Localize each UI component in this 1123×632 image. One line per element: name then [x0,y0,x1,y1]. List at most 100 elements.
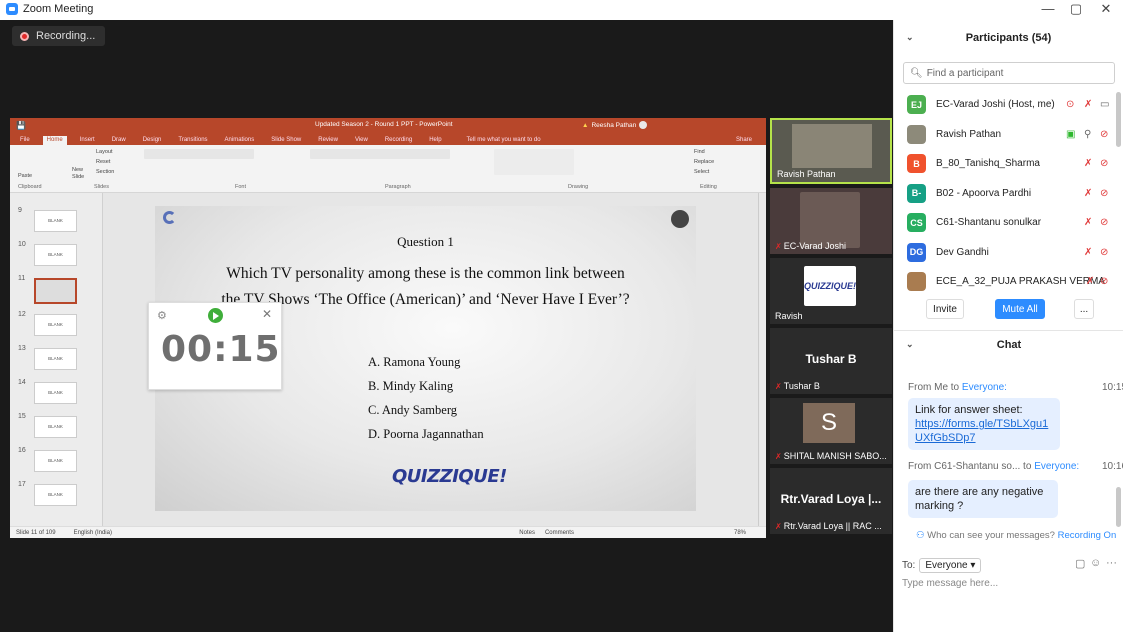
slide-thumbnail[interactable]: BLANK [34,382,77,404]
mic-muted-icon[interactable]: ✗ [1084,158,1092,169]
answer-sheet-link[interactable]: https://forms.gle/TSbLXgu1UXfGbSDp7 [915,417,1053,445]
mic-muted-icon[interactable]: ✗ [1084,99,1092,110]
replace-button[interactable]: Replace [694,159,714,165]
play-icon[interactable] [208,308,223,323]
chat-input[interactable]: Type message here... [902,578,998,589]
new-slide-button[interactable]: New Slide [72,167,94,181]
participant-row[interactable]: EJ EC-Varad Joshi (Host, me) ⊙ ✗ ▭ [894,90,1123,120]
group-clipboard: Clipboard [18,184,42,190]
tab-file[interactable]: File [16,136,34,145]
close-button[interactable]: ✕ [1091,0,1121,18]
participant-row[interactable]: B- B02 - Apoorva Pardhi ✗ ⊘ [894,179,1123,209]
notes-button[interactable]: Notes [519,530,535,536]
select-button[interactable]: Select [694,169,709,175]
slide-thumbnail-selected[interactable] [34,278,77,304]
video-tile-varad-joshi[interactable]: ✗ EC-Varad Joshi [770,188,892,254]
slide-thumbnail[interactable]: BLANK [34,450,77,472]
slide-thumbnail[interactable]: BLANK [34,210,77,232]
tab-design[interactable]: Design [139,136,166,145]
recipient-select[interactable]: Everyone ▾ [919,558,982,573]
participant-row[interactable]: ECE_A_32_PUJA PRAKASH VERMA ✗ ⊘ [894,267,1123,297]
slide-thumbnail[interactable]: BLANK [34,348,77,370]
video-off-icon[interactable]: ⊘ [1100,188,1108,199]
tab-draw[interactable]: Draw [108,136,130,145]
minimize-button[interactable]: — [1033,0,1063,18]
slide-thumbnail[interactable]: BLANK [34,416,77,438]
video-icon[interactable]: ▭ [1100,99,1109,110]
tab-transitions[interactable]: Transitions [174,136,211,145]
mic-muted-icon[interactable]: ✗ [1084,188,1092,199]
tile-big-name: Tushar B [805,352,857,366]
reset-button[interactable]: Reset [96,159,110,165]
section-button[interactable]: Section [96,169,114,175]
mic-icon[interactable]: ⚲ [1084,129,1091,140]
shapes-gallery[interactable] [494,149,574,175]
participant-name: B02 - Apoorva Pardhi [936,187,1032,199]
chevron-down-icon[interactable]: ⌄ [906,339,914,350]
participant-row[interactable]: Ravish Pathan ▣ ⚲ ⊘ [894,120,1123,150]
quizzique-mark-icon [163,211,176,224]
chevron-down-icon[interactable]: ⌄ [906,32,914,43]
tab-help[interactable]: Help [425,136,445,145]
tab-animations[interactable]: Animations [221,136,259,145]
maximize-button[interactable]: ▢ [1061,0,1091,18]
tab-insert[interactable]: Insert [76,136,99,145]
video-off-icon[interactable]: ⊘ [1100,129,1108,140]
tab-recording[interactable]: Recording [381,136,416,145]
gear-icon[interactable]: ⚙ [157,309,167,322]
tab-slideshow[interactable]: Slide Show [267,136,305,145]
comments-button[interactable]: Comments [545,530,574,536]
participant-row[interactable]: CS C61-Shantanu sonulkar ✗ ⊘ [894,208,1123,238]
close-icon[interactable]: ✕ [262,307,272,321]
recording-on: Recording On [1057,530,1117,541]
emoji-icon[interactable]: ☺ [1090,557,1101,569]
tab-home[interactable]: Home [42,136,67,145]
font-name-box[interactable] [144,149,254,159]
zoom-level[interactable]: 78% [734,530,746,536]
mic-muted-icon[interactable]: ✗ [1084,247,1092,258]
video-off-icon[interactable]: ⊘ [1100,217,1108,228]
mute-all-button[interactable]: Mute All [995,299,1045,319]
side-panel: ⌄ Participants (54) 🔍︎ Find a participan… [893,20,1123,632]
participant-row[interactable]: DG Dev Gandhi ✗ ⊘ [894,238,1123,268]
file-icon[interactable]: ▢ [1075,557,1085,570]
paragraph-controls[interactable] [310,149,450,159]
recording-indicator[interactable]: Recording... [12,26,106,46]
video-off-icon[interactable]: ⊘ [1100,276,1108,287]
video-tile-ravish-pathan[interactable]: Ravish Pathan [770,118,892,184]
video-tile-varad-loya[interactable]: Rtr.Varad Loya |... ✗ Rtr.Varad Loya || R… [770,468,892,534]
record-icon: ⊙ [1066,99,1075,111]
participants-scrollbar[interactable] [1116,92,1121,147]
more-button[interactable]: ... [1074,299,1094,319]
ppt-share-button[interactable]: Share [732,136,756,145]
slide-thumbnail[interactable]: BLANK [34,314,77,336]
tile-name: ✗ Tushar B [775,381,820,391]
slide-thumbnail[interactable]: BLANK [34,484,77,506]
tab-review[interactable]: Review [314,136,342,145]
slide-scrollbar[interactable] [758,193,766,526]
msg-from: From Me to [908,382,962,393]
paste-button[interactable]: Paste [18,173,32,179]
participants-header: ⌄ Participants (54) [894,20,1123,56]
mic-muted-icon[interactable]: ✗ [1086,276,1094,287]
tell-me-box[interactable]: Tell me what you want to do [463,136,545,145]
participant-row[interactable]: B B_80_Tanishq_Sharma ✗ ⊘ [894,149,1123,179]
video-tile-tushar[interactable]: Tushar B ✗ Tushar B [770,328,892,394]
chat-scrollbar[interactable] [1116,487,1121,527]
who-can-see[interactable]: Who can see your messages? [927,530,1055,541]
find-button[interactable]: Find [694,149,705,155]
save-icon: 💾 [16,120,26,130]
slide-thumbnail[interactable]: BLANK [34,244,77,266]
mic-muted-icon[interactable]: ✗ [1084,217,1092,228]
group-drawing: Drawing [568,184,589,190]
video-off-icon[interactable]: ⊘ [1100,158,1108,169]
video-off-icon[interactable]: ⊘ [1100,247,1108,258]
participant-search-input[interactable]: 🔍︎ Find a participant [903,62,1115,84]
video-tile-ravish[interactable]: QUIZZIQUE! Ravish [770,258,892,324]
invite-button[interactable]: Invite [926,299,964,319]
more-icon[interactable]: ··· [1106,557,1117,569]
tab-view[interactable]: View [351,136,372,145]
layout-button[interactable]: Layout [96,149,113,155]
ppt-editor: 9 BLANK 10 BLANK 11 12 BLANK 13 BLANK 14… [10,193,766,526]
video-tile-shital[interactable]: S ✗ SHITAL MANISH SABO... [770,398,892,464]
